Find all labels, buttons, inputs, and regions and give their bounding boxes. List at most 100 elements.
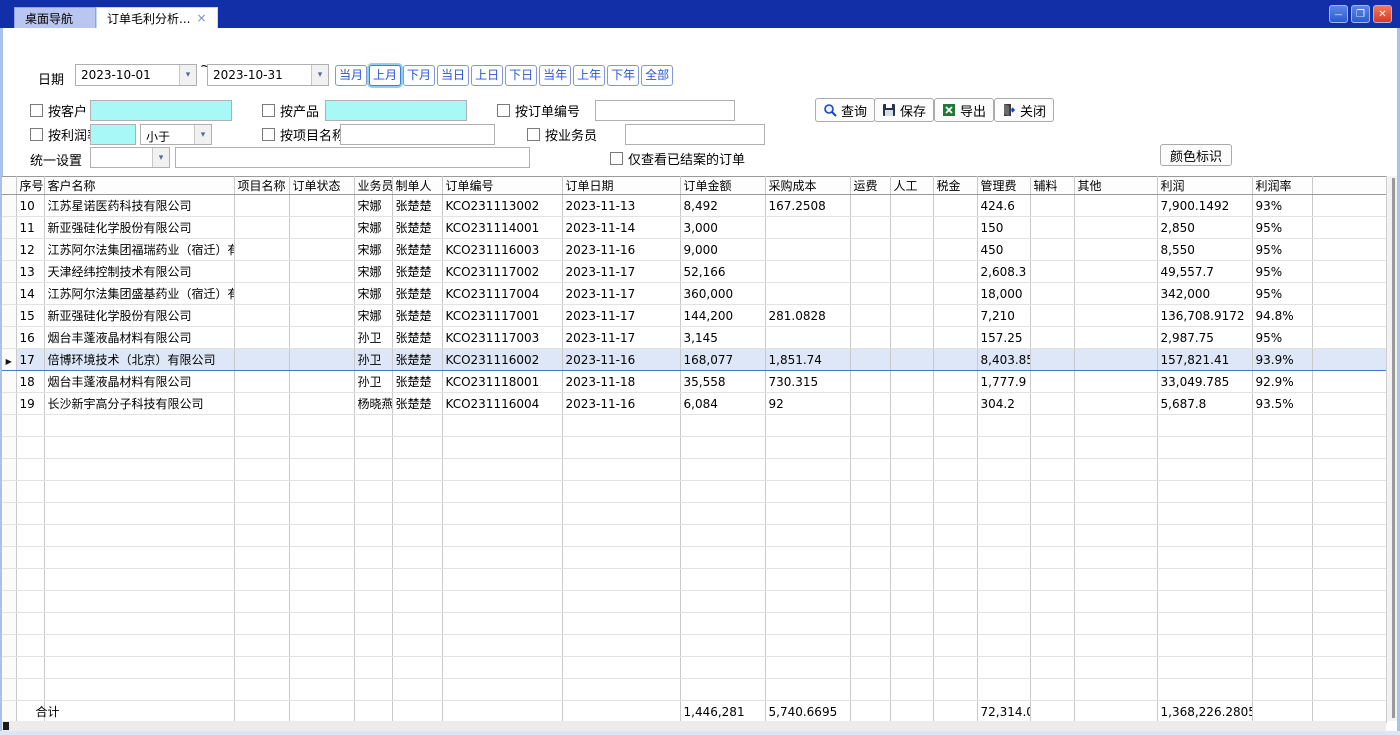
grid-cell[interactable]: [1312, 437, 1386, 459]
grid-cell[interactable]: [1252, 635, 1312, 657]
grid-cell[interactable]: [234, 635, 289, 657]
grid-cell[interactable]: [1157, 613, 1252, 635]
grid-cell[interactable]: 157,821.41: [1157, 349, 1252, 371]
grid-cell[interactable]: KCO231116003: [442, 239, 562, 261]
grid-cell[interactable]: [1030, 217, 1074, 239]
grid-cell[interactable]: [1074, 679, 1157, 701]
grid-cell[interactable]: [890, 371, 933, 393]
grid-cell[interactable]: [289, 657, 354, 679]
grid-cell[interactable]: KCO231116004: [442, 393, 562, 415]
grid-cell[interactable]: [680, 569, 765, 591]
grid-cell[interactable]: [680, 481, 765, 503]
product-filter-input[interactable]: [325, 100, 467, 121]
grid-cell[interactable]: [765, 459, 850, 481]
grid-cell[interactable]: 93.9%: [1252, 349, 1312, 371]
grid-cell[interactable]: [1074, 283, 1157, 305]
grid-cell[interactable]: [765, 569, 850, 591]
grid-cell[interactable]: [354, 591, 392, 613]
grid-cell[interactable]: [850, 261, 890, 283]
grid-cell[interactable]: KCO231117002: [442, 261, 562, 283]
grid-cell[interactable]: [16, 591, 44, 613]
grid-cell[interactable]: [850, 569, 890, 591]
grid-cell[interactable]: [1074, 591, 1157, 613]
grid-cell[interactable]: [680, 613, 765, 635]
project-filter-input[interactable]: [340, 124, 495, 145]
grid-cell[interactable]: [1074, 481, 1157, 503]
grid-cell[interactable]: [289, 371, 354, 393]
grid-cell[interactable]: [1074, 327, 1157, 349]
grid-cell[interactable]: [1157, 679, 1252, 701]
grid-cell[interactable]: [933, 525, 977, 547]
grid-cell[interactable]: [44, 525, 234, 547]
grid-cell[interactable]: [44, 459, 234, 481]
grid-cell[interactable]: 157.25: [977, 327, 1030, 349]
grid-cell[interactable]: 15: [16, 305, 44, 327]
grid-cell[interactable]: [392, 547, 442, 569]
grid-cell[interactable]: [890, 415, 933, 437]
grid-cell[interactable]: [1074, 393, 1157, 415]
save-button[interactable]: 保存: [874, 98, 934, 122]
vertical-scrollbar[interactable]: [1386, 176, 1397, 721]
grid-cell[interactable]: [234, 679, 289, 701]
grid-cell[interactable]: [442, 481, 562, 503]
grid-cell[interactable]: [850, 613, 890, 635]
grid-cell[interactable]: 95%: [1252, 283, 1312, 305]
grid-cell[interactable]: 95%: [1252, 217, 1312, 239]
grid-cell[interactable]: [234, 195, 289, 217]
grid-cell[interactable]: [1157, 459, 1252, 481]
grid-cell[interactable]: [1157, 525, 1252, 547]
grid-cell[interactable]: 19: [16, 393, 44, 415]
grid-cell[interactable]: [765, 437, 850, 459]
grid-cell[interactable]: [850, 239, 890, 261]
grid-cell[interactable]: 张楚楚: [392, 239, 442, 261]
grid-cell[interactable]: 92.9%: [1252, 371, 1312, 393]
grid-cell[interactable]: [44, 503, 234, 525]
grid-cell[interactable]: [44, 657, 234, 679]
grid-cell[interactable]: [562, 657, 680, 679]
grid-cell[interactable]: [1312, 591, 1386, 613]
grid-cell[interactable]: [890, 349, 933, 371]
grid-cell[interactable]: [354, 613, 392, 635]
grid-cell[interactable]: 孙卫: [354, 327, 392, 349]
grid-cell[interactable]: [765, 239, 850, 261]
grid-cell[interactable]: [234, 239, 289, 261]
grid-cell[interactable]: 张楚楚: [392, 371, 442, 393]
grid-cell[interactable]: [1030, 261, 1074, 283]
grid-cell[interactable]: [850, 283, 890, 305]
grid-cell[interactable]: [1157, 437, 1252, 459]
row-gutter[interactable]: [2, 459, 16, 481]
grid-cell[interactable]: [850, 349, 890, 371]
grid-cell[interactable]: [890, 283, 933, 305]
grid-cell[interactable]: [16, 547, 44, 569]
chevron-down-icon[interactable]: ▾: [194, 125, 211, 144]
grid-cell[interactable]: [850, 657, 890, 679]
grid-cell[interactable]: [1030, 437, 1074, 459]
grid-cell[interactable]: [234, 371, 289, 393]
grid-cell[interactable]: [1030, 415, 1074, 437]
column-header[interactable]: 业务员: [354, 177, 392, 195]
grid-cell[interactable]: [765, 327, 850, 349]
grid-cell[interactable]: 烟台丰蓬液晶材料有限公司: [44, 371, 234, 393]
grid-cell[interactable]: 江苏阿尔法集团盛基药业（宿迁）有限公司: [44, 283, 234, 305]
grid-cell[interactable]: [765, 415, 850, 437]
grid-cell[interactable]: [1030, 371, 1074, 393]
grid-cell[interactable]: [1074, 657, 1157, 679]
grid-cell[interactable]: [850, 371, 890, 393]
grid-cell[interactable]: [392, 481, 442, 503]
grid-cell[interactable]: [562, 481, 680, 503]
row-gutter[interactable]: [2, 239, 16, 261]
grid-cell[interactable]: [765, 635, 850, 657]
grid-cell[interactable]: [354, 437, 392, 459]
grid-cell[interactable]: [977, 657, 1030, 679]
grid-cell[interactable]: [234, 613, 289, 635]
column-header[interactable]: 订单日期: [562, 177, 680, 195]
row-gutter[interactable]: [2, 415, 16, 437]
grid-cell[interactable]: 9,000: [680, 239, 765, 261]
grid-cell[interactable]: [16, 437, 44, 459]
grid-cell[interactable]: [442, 415, 562, 437]
table-row[interactable]: 14江苏阿尔法集团盛基药业（宿迁）有限公司宋娜张楚楚KCO23111700420…: [2, 283, 1386, 305]
grid-cell[interactable]: [442, 679, 562, 701]
empty-row[interactable]: [2, 613, 1386, 635]
grid-cell[interactable]: [1312, 415, 1386, 437]
grid-cell[interactable]: [1030, 657, 1074, 679]
